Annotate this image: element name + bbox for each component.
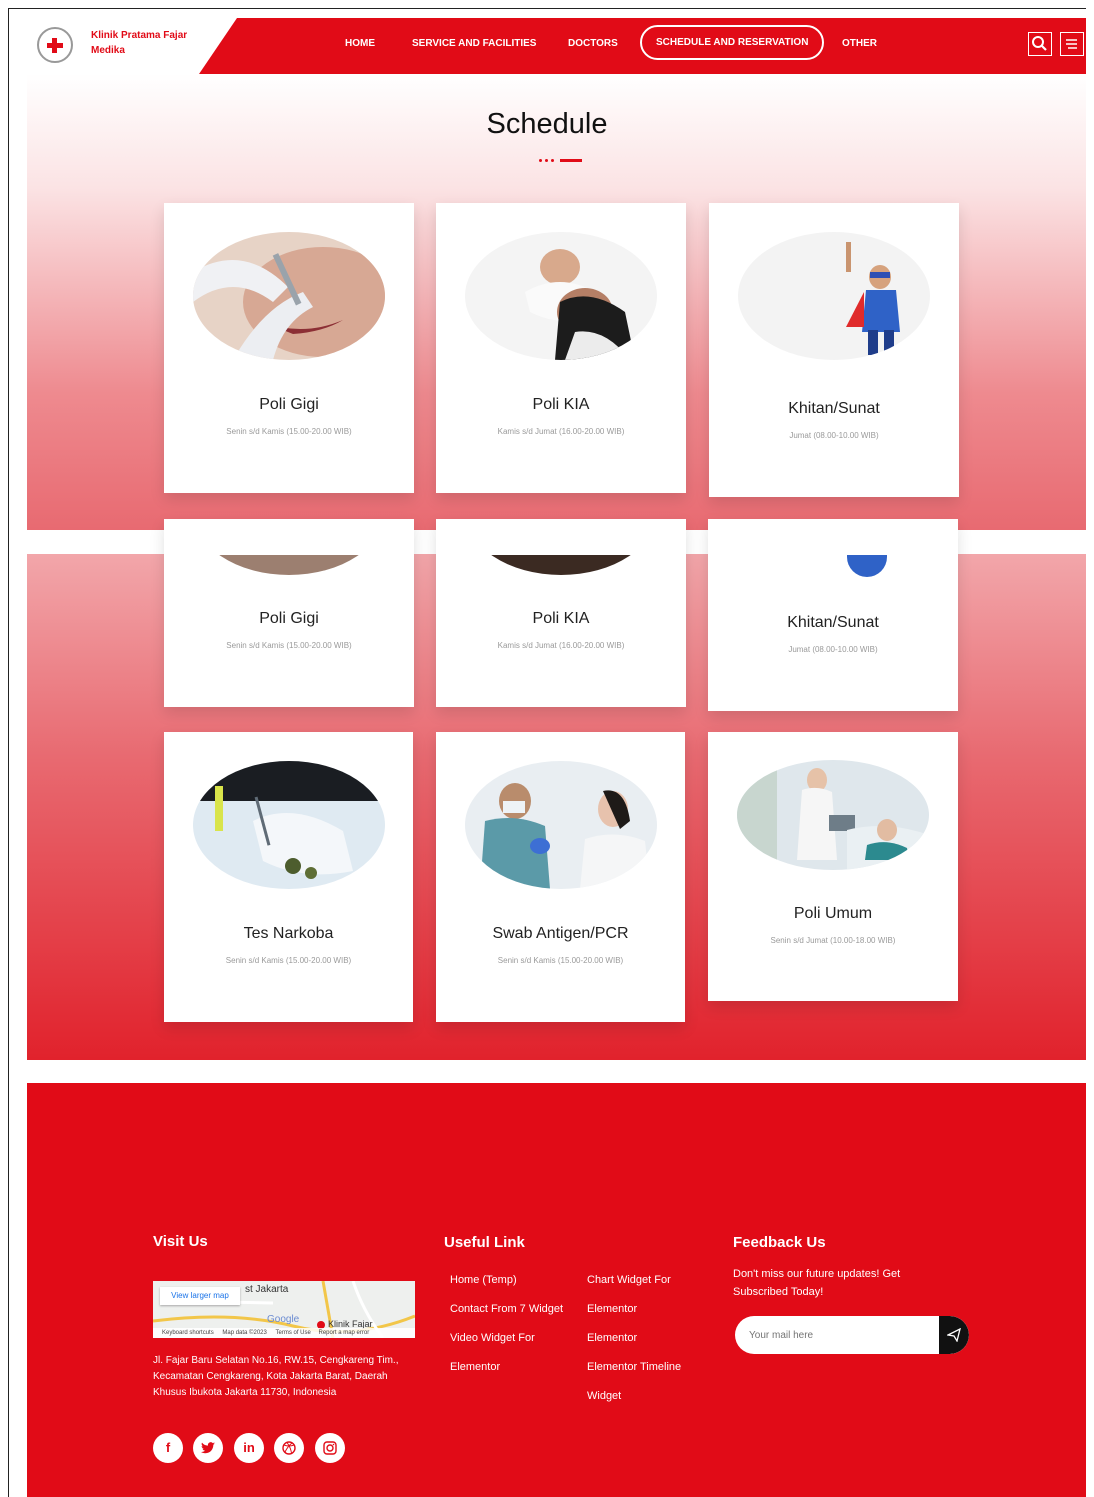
mother-baby-photo	[465, 232, 657, 360]
menu-icon[interactable]	[1060, 32, 1084, 56]
card-poli-umum[interactable]: Poli Umum Senin s/d Jumat (10.00-18.00 W…	[708, 732, 958, 1001]
frame-border-top	[8, 8, 1086, 9]
feedback-text: Don't miss our future updates! Get Subsc…	[733, 1268, 901, 1298]
card-schedule: Senin s/d Kamis (15.00-20.00 WIB)	[497, 956, 624, 965]
card-tes-narkoba[interactable]: Tes Narkoba Senin s/d Kamis (15.00-20.00…	[164, 732, 413, 1022]
send-icon[interactable]	[939, 1316, 969, 1354]
card-khitan-sunat[interactable]: Khitan/Sunat Jumat (08.00-10.00 WIB)	[709, 203, 959, 497]
title-divider	[539, 158, 583, 162]
visit-us-title: Visit Us	[153, 1233, 208, 1250]
twitter-icon[interactable]	[193, 1433, 223, 1463]
card-poli-kia[interactable]: Poli KIA Kamis s/d Jumat (16.00-20.00 WI…	[436, 203, 686, 493]
keyboard-shortcuts-link[interactable]: Keyboard shortcuts	[162, 1330, 214, 1336]
nav-doctors[interactable]: DOCTORS	[568, 38, 618, 49]
card-schedule: Kamis s/d Jumat (16.00-20.00 WIB)	[497, 641, 625, 650]
location-map[interactable]: View larger map st Jakarta Google Klinik…	[153, 1281, 415, 1338]
instagram-icon[interactable]	[315, 1433, 345, 1463]
footer-link-chart-widget[interactable]: Chart Widget For	[587, 1274, 671, 1286]
card-poli-kia-repeat[interactable]: Poli KIA Kamis s/d Jumat (16.00-20.00 WI…	[436, 519, 686, 707]
card-title: Poli KIA	[532, 610, 590, 627]
footer-link-contact-form[interactable]: Contact From 7 Widget	[450, 1303, 563, 1315]
card-title: Khitan/Sunat	[787, 614, 879, 631]
feedback-title: Feedback Us	[733, 1234, 826, 1251]
superhero-boy-photo	[738, 232, 930, 360]
nav-other[interactable]: OTHER	[842, 38, 877, 49]
map-data-label: Map data ©2023	[222, 1330, 267, 1336]
clinic-address: Jl. Fajar Baru Selatan No.16, RW.15, Cen…	[153, 1355, 399, 1398]
clinic-logo-icon[interactable]	[37, 27, 73, 63]
footer-link-elementor[interactable]: Elementor	[587, 1332, 637, 1344]
frame-border-left	[8, 8, 9, 1497]
footer-link-widget[interactable]: Widget	[587, 1390, 621, 1402]
dribbble-icon[interactable]	[274, 1433, 304, 1463]
card-title: Poli Gigi	[259, 610, 319, 627]
site-header: Klinik Pratama Fajar Medika HOME SERVICE…	[27, 18, 1086, 74]
card-title: Poli Gigi	[259, 396, 319, 413]
footer-link-elementor[interactable]: Elementor	[587, 1303, 637, 1315]
terms-link[interactable]: Terms of Use	[276, 1330, 311, 1336]
footer-link-video-widget[interactable]: Video Widget For	[450, 1332, 535, 1344]
footer-link-home[interactable]: Home (Temp)	[450, 1274, 517, 1286]
card-title: Poli Umum	[793, 905, 873, 922]
card-title: Poli KIA	[532, 396, 590, 413]
card-schedule: Senin s/d Jumat (10.00-18.00 WIB)	[770, 936, 896, 945]
card-schedule: Senin s/d Kamis (15.00-20.00 WIB)	[226, 427, 352, 436]
card-poli-gigi[interactable]: Poli Gigi Senin s/d Kamis (15.00-20.00 W…	[164, 203, 414, 493]
footer-link-elementor[interactable]: Elementor	[450, 1361, 500, 1373]
email-input[interactable]	[749, 1325, 929, 1345]
card-title: Swab Antigen/PCR	[492, 925, 629, 942]
drug-test-photo	[193, 761, 385, 889]
google-logo: Google	[267, 1314, 300, 1325]
card-schedule: Jumat (08.00-10.00 WIB)	[789, 431, 879, 440]
view-larger-map-link[interactable]: View larger map	[160, 1287, 240, 1305]
nav-schedule-reservation[interactable]: SCHEDULE AND RESERVATION	[640, 25, 825, 60]
card-khitan-sunat-repeat[interactable]: Khitan/Sunat Jumat (08.00-10.00 WIB)	[708, 519, 958, 711]
card-title: Tes Narkoba	[243, 925, 334, 942]
brand-name[interactable]: Klinik Pratama Fajar Medika	[91, 28, 201, 58]
linkedin-icon[interactable]: in	[234, 1433, 264, 1463]
card-schedule: Kamis s/d Jumat (16.00-20.00 WIB)	[497, 427, 625, 436]
nav-home[interactable]: HOME	[345, 38, 375, 49]
swab-test-photo	[465, 761, 657, 889]
footer-link-timeline[interactable]: Elementor Timeline	[587, 1361, 681, 1373]
dental-photo	[193, 232, 385, 360]
card-poli-gigi-repeat[interactable]: Poli Gigi Senin s/d Kamis (15.00-20.00 W…	[164, 519, 414, 707]
site-footer: Visit Us View larger map st Jakarta Goog…	[27, 1083, 1086, 1497]
useful-link-title: Useful Link	[444, 1234, 525, 1251]
report-map-error-link[interactable]: Report a map error	[319, 1330, 370, 1336]
card-schedule: Senin s/d Kamis (15.00-20.00 WIB)	[226, 641, 352, 650]
subscribe-form	[735, 1316, 969, 1354]
section-title: Schedule	[486, 108, 608, 140]
card-swab-antigen-pcr[interactable]: Swab Antigen/PCR Senin s/d Kamis (15.00-…	[436, 732, 685, 1022]
doctor-patient-photo	[737, 760, 929, 870]
facebook-icon[interactable]: f	[153, 1433, 183, 1463]
map-city-label: st Jakarta	[245, 1284, 289, 1295]
card-schedule: Jumat (08.00-10.00 WIB)	[788, 645, 878, 654]
nav-service-facilities[interactable]: SERVICE AND FACILITIES	[412, 38, 536, 49]
search-icon[interactable]	[1028, 32, 1052, 56]
card-title: Khitan/Sunat	[788, 400, 880, 417]
card-schedule: Senin s/d Kamis (15.00-20.00 WIB)	[225, 956, 352, 965]
